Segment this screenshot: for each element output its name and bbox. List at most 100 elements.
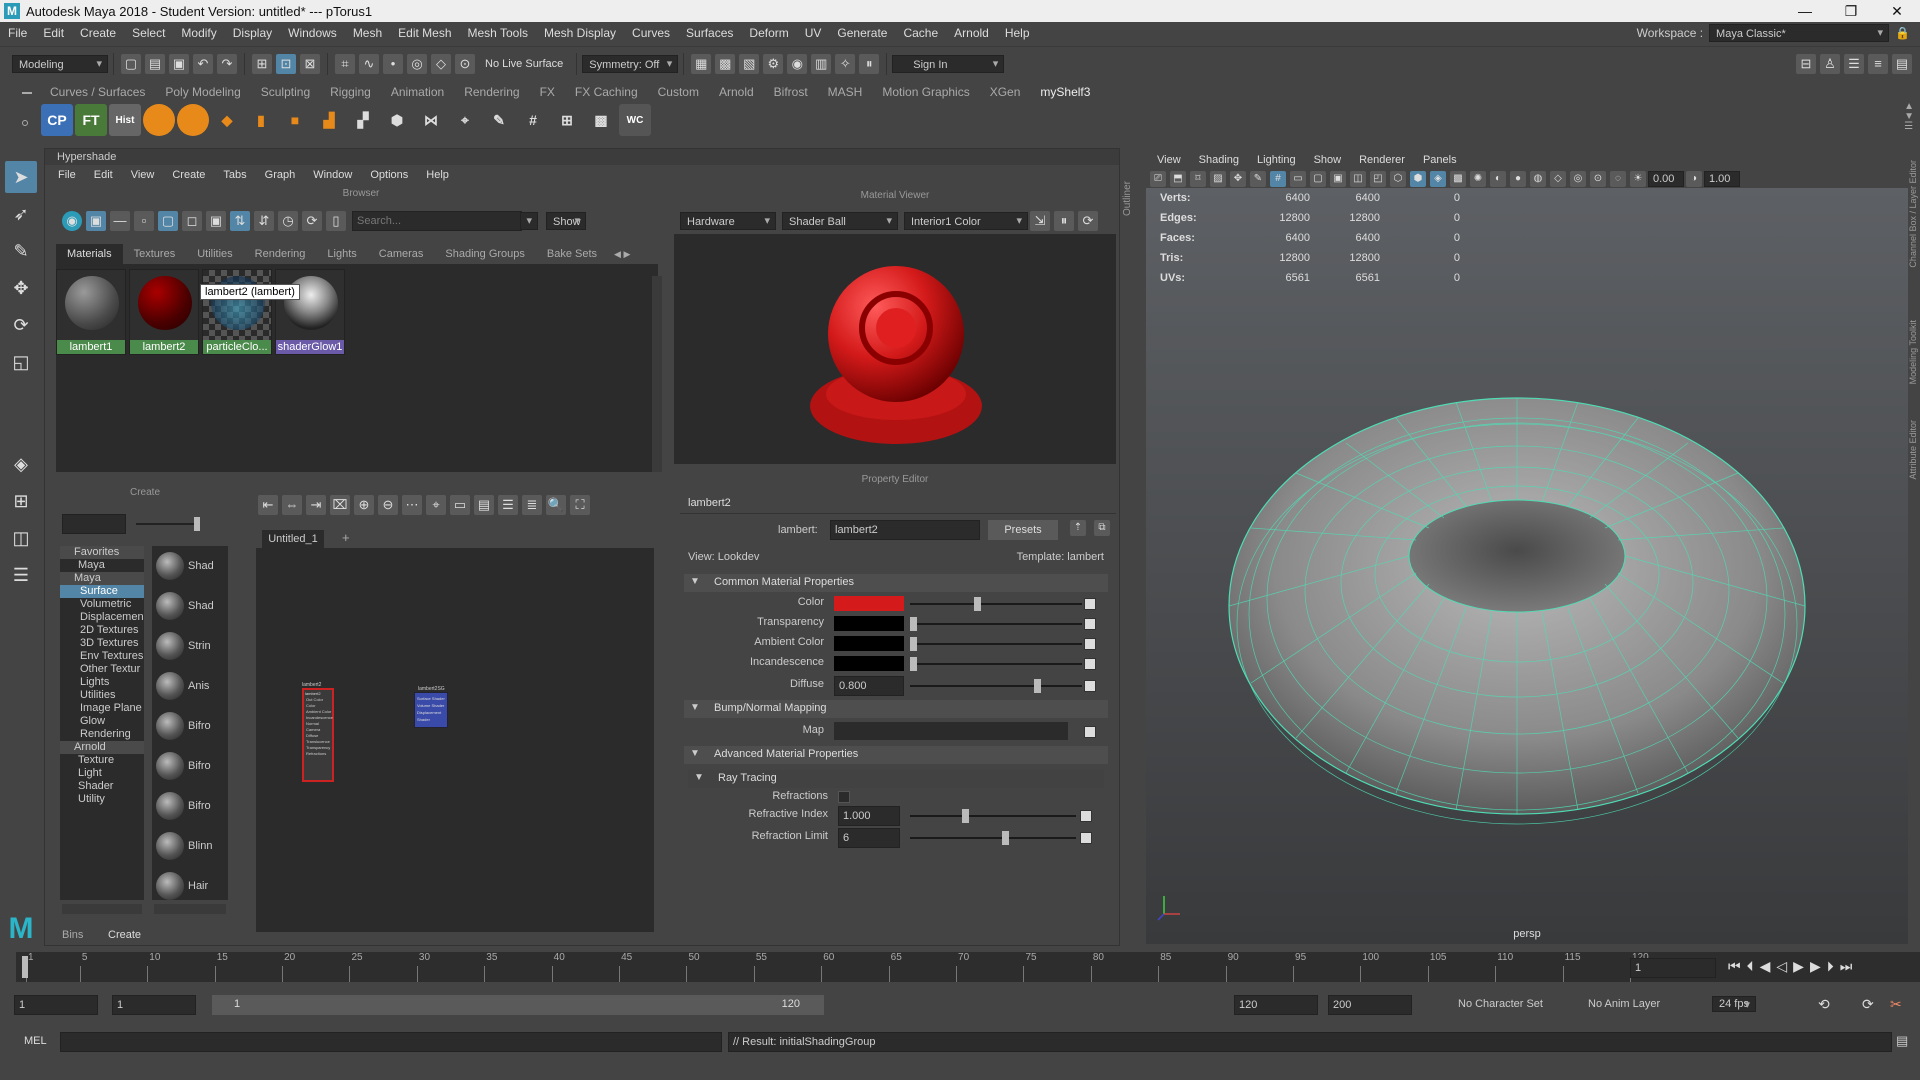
node-port[interactable]: Displacement Shader (417, 709, 445, 723)
viewport-menu-show[interactable]: Show (1305, 154, 1351, 166)
hypershade-menu-tabs[interactable]: Tabs (214, 169, 255, 181)
medium-swatch-icon[interactable]: ▢ (158, 211, 178, 231)
lights-icon[interactable]: ✺ (1470, 171, 1486, 187)
transparency-swatch[interactable] (834, 616, 904, 631)
renderer-dropdown[interactable]: Hardware (680, 212, 776, 230)
isolate-icon[interactable]: ⊙ (1590, 171, 1606, 187)
graph-layout-icon[interactable]: ⋯ (402, 495, 422, 515)
small-swatch-icon[interactable]: ▫ (134, 211, 154, 231)
color-swatch[interactable] (834, 596, 904, 611)
menu-windows[interactable]: Windows (280, 22, 345, 44)
dof-icon[interactable]: ◎ (1570, 171, 1586, 187)
bump-map-field[interactable] (834, 722, 1068, 740)
ambient-slider[interactable] (910, 643, 1082, 645)
viewer-export-icon[interactable]: ⇲ (1030, 211, 1050, 231)
section-advanced-material[interactable]: ▼ Advanced Material Properties (684, 746, 1108, 764)
browser-search-input[interactable]: Search... (352, 211, 522, 231)
ambient-map-button[interactable] (1084, 638, 1096, 650)
list-hscroll[interactable] (154, 904, 226, 914)
shelf-cp-icon[interactable]: CP (41, 104, 73, 136)
output-connections-icon[interactable]: ⇥ (306, 495, 326, 515)
resolution-gate-icon[interactable]: ▢ (1310, 171, 1326, 187)
transparency-slider[interactable] (910, 623, 1082, 625)
menu-cache[interactable]: Cache (895, 22, 946, 44)
lasso-tool-icon[interactable]: ➶ (5, 198, 37, 230)
connected-mode-icon[interactable]: ▤ (474, 495, 494, 515)
section-common-material[interactable]: ▼ Common Material Properties (684, 574, 1108, 592)
play-backwards-icon[interactable]: ◁ (1776, 958, 1787, 975)
diffuse-input[interactable]: 0.800 (834, 676, 904, 696)
copy-tab-icon[interactable]: ⧉ (1094, 520, 1110, 536)
attribute-editor-icon[interactable]: ☰ (1844, 53, 1864, 74)
frame-all-icon[interactable]: ⛶ (570, 495, 590, 515)
minimize-icon[interactable]: — (1782, 0, 1828, 22)
xl-swatch-icon[interactable]: ▣ (206, 211, 226, 231)
refresh-icon[interactable]: ⟳ (302, 211, 322, 231)
menu-create[interactable]: Create (72, 22, 124, 44)
ambient-slider-handle[interactable] (910, 637, 917, 651)
quick-layout-icon[interactable]: ◈ (5, 448, 37, 480)
step-back-key-icon[interactable]: ⏴ (1747, 958, 1754, 975)
shelf-uv-icon[interactable]: ⊞ (551, 104, 583, 136)
select-hierarchy-icon[interactable]: ⊞ (252, 53, 272, 74)
section-bump-mapping[interactable]: ▼ Bump/Normal Mapping (684, 700, 1108, 718)
modeling-toolkit-tab[interactable]: Modeling Toolkit (1908, 320, 1920, 384)
graph-tab[interactable]: Untitled_1 (262, 530, 324, 548)
diffuse-map-button[interactable] (1084, 680, 1096, 692)
node-graph-canvas[interactable]: lambert2 Out Color Color Ambient Color Inca… (256, 548, 654, 932)
browser-toggle-icon[interactable]: ◉ (62, 211, 82, 231)
current-frame-input[interactable]: 1 (1630, 958, 1716, 978)
attribute-editor-tab[interactable]: Attribute Editor (1908, 420, 1920, 480)
hypershade-menu-options[interactable]: Options (361, 169, 417, 181)
shader-list-item[interactable]: Anis (152, 666, 228, 706)
menu-modify[interactable]: Modify (173, 22, 224, 44)
outliner-layout-icon[interactable]: ☰ (5, 559, 37, 591)
snap-curve-icon[interactable]: ∿ (359, 53, 379, 74)
create-tree-item[interactable]: Texture (60, 754, 144, 767)
viewport-3d[interactable]: Verts: 6400 6400 0 Edges: 12800 12800 0 Faces: 64… (1146, 188, 1908, 944)
shelf-bevel-icon[interactable]: ⌖ (449, 104, 481, 136)
character-controls-icon[interactable]: ♙ (1820, 53, 1840, 74)
create-tree-item[interactable]: Arnold (60, 741, 144, 754)
node-port[interactable]: Normal Camera (306, 721, 332, 733)
shelf-combine-icon[interactable]: ▟ (313, 104, 345, 136)
custom-mode-icon[interactable]: ≣ (522, 495, 542, 515)
material-swatch[interactable]: lambert2 (129, 269, 199, 355)
create-tree-item[interactable]: Shader (60, 780, 144, 793)
browser-show-button[interactable]: Show (546, 212, 586, 230)
color-slider[interactable] (910, 603, 1082, 605)
shader-list-item[interactable]: Hair (152, 866, 228, 906)
exposure-icon[interactable]: ☀ (1630, 171, 1646, 187)
bump-map-button[interactable] (1084, 726, 1096, 738)
shelf-tab-mash[interactable]: MASH (818, 82, 873, 102)
shelf-cube-icon[interactable]: ■ (279, 104, 311, 136)
lock-icon[interactable]: 🔒 (1895, 26, 1910, 40)
bookmark-icon[interactable]: ⌑ (1190, 171, 1206, 187)
ipr-render-icon[interactable]: ▧ (739, 53, 760, 74)
browser-tab-lights[interactable]: Lights (316, 244, 367, 264)
scene-start-input[interactable]: 1 (14, 995, 98, 1015)
shelf-scroll-icon[interactable]: ▲ ▼ ☰ (1904, 102, 1914, 132)
modeling-toolkit-icon[interactable]: ⊟ (1796, 53, 1816, 74)
node-port[interactable]: Refractions (306, 751, 332, 757)
shelf-ft-icon[interactable]: FT (75, 104, 107, 136)
browser-tab-cameras[interactable]: Cameras (368, 244, 435, 264)
create-tree-item[interactable]: Image Plane (60, 702, 144, 715)
swatch-size-slider[interactable] (136, 523, 198, 525)
two-view-icon[interactable]: ◫ (5, 522, 37, 554)
add-selected-icon[interactable]: ⊕ (354, 495, 374, 515)
browser-tab-rendering[interactable]: Rendering (244, 244, 317, 264)
large-swatch-icon[interactable]: ◻ (182, 211, 202, 231)
shelf-tab-xgen[interactable]: XGen (980, 82, 1031, 102)
shelf-tab-poly-modeling[interactable]: Poly Modeling (155, 82, 250, 102)
tool-settings-icon[interactable]: ≡ (1868, 53, 1888, 74)
shelf-tab-animation[interactable]: Animation (381, 82, 454, 102)
viewer-refresh-icon[interactable]: ⟳ (1078, 211, 1098, 231)
sort-name-icon[interactable]: ⇅ (230, 211, 250, 231)
incandescence-swatch[interactable] (834, 656, 904, 671)
hypershade-icon[interactable]: ◉ (787, 53, 808, 74)
diffuse-slider-handle[interactable] (1034, 679, 1041, 693)
input-connections-icon[interactable]: ⇤ (258, 495, 278, 515)
zoom-icon[interactable]: 🔍 (546, 495, 566, 515)
lambert2-node[interactable]: lambert2 Out Color Color Ambient Color Inca… (302, 688, 334, 782)
